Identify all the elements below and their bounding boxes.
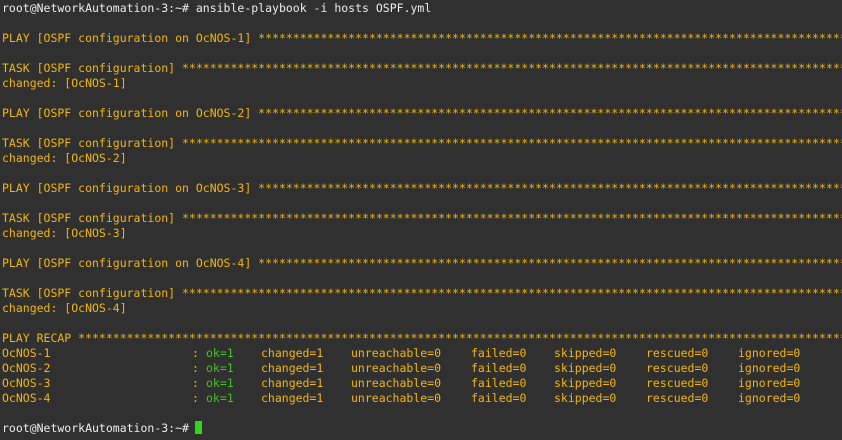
recap-host: OcNOS-3 — [2, 376, 51, 390]
recap-ok: ok=1 — [206, 391, 234, 405]
recap-skipped: skipped=0 — [554, 391, 617, 405]
recap-separator: : — [192, 346, 199, 360]
task-result-1: changed: [OcNOS-1] — [2, 76, 127, 90]
recap-ok: ok=1 — [206, 361, 234, 375]
final-prompt-line[interactable]: root@NetworkAutomation-3:~# — [2, 421, 842, 436]
recap-unreachable: unreachable=0 — [351, 346, 442, 360]
recap-rescued: rescued=0 — [646, 376, 709, 390]
recap-failed: failed=0 — [471, 391, 527, 405]
recap-rescued: rescued=0 — [646, 391, 709, 405]
recap-ignored: ignored=0 — [738, 361, 801, 375]
recap-separator: : — [192, 391, 199, 405]
task-header-2: TASK [OSPF configuration] **************… — [2, 136, 842, 150]
recap-skipped: skipped=0 — [554, 376, 617, 390]
task-header-3: TASK [OSPF configuration] **************… — [2, 211, 842, 225]
recap-changed: changed=1 — [261, 361, 324, 375]
recap-failed: failed=0 — [471, 376, 527, 390]
recap-ignored: ignored=0 — [738, 376, 801, 390]
recap-row: OcNOS-2 : ok=1 changed=1 unreachable=0 f… — [2, 361, 842, 376]
task-result-3: changed: [OcNOS-3] — [2, 226, 127, 240]
recap-ignored: ignored=0 — [738, 346, 801, 360]
recap-skipped: skipped=0 — [554, 361, 617, 375]
command-text: ansible-playbook -i hosts OSPF.yml — [188, 1, 432, 15]
task-header-1: TASK [OSPF configuration] **************… — [2, 61, 842, 75]
recap-unreachable: unreachable=0 — [351, 376, 442, 390]
recap-failed: failed=0 — [471, 346, 527, 360]
recap-separator: : — [192, 361, 199, 375]
recap-row: OcNOS-3 : ok=1 changed=1 unreachable=0 f… — [2, 376, 842, 391]
recap-ok: ok=1 — [206, 346, 234, 360]
recap-failed: failed=0 — [471, 361, 527, 375]
recap-unreachable: unreachable=0 — [351, 361, 442, 375]
recap-changed: changed=1 — [261, 391, 324, 405]
play-header-4: PLAY [OSPF configuration on OcNOS-4] ***… — [2, 256, 842, 270]
cursor-block — [194, 421, 202, 434]
recap-host: OcNOS-1 — [2, 346, 51, 360]
recap-host: OcNOS-2 — [2, 361, 51, 375]
recap-skipped: skipped=0 — [554, 346, 617, 360]
recap-ok: ok=1 — [206, 376, 234, 390]
task-header-4: TASK [OSPF configuration] **************… — [2, 286, 842, 300]
play-recap-header: PLAY RECAP *****************************… — [2, 331, 842, 345]
recap-row: OcNOS-4 : ok=1 changed=1 unreachable=0 f… — [2, 391, 842, 406]
play-header-2: PLAY [OSPF configuration on OcNOS-2] ***… — [2, 106, 842, 120]
recap-changed: changed=1 — [261, 346, 324, 360]
play-header-1: PLAY [OSPF configuration on OcNOS-1] ***… — [2, 31, 842, 45]
recap-row: OcNOS-1 : ok=1 changed=1 unreachable=0 f… — [2, 346, 842, 361]
shell-prompt: root@NetworkAutomation-3:~# — [2, 421, 189, 435]
shell-prompt: root@NetworkAutomation-3:~# — [2, 1, 189, 15]
recap-separator: : — [192, 376, 199, 390]
task-result-4: changed: [OcNOS-4] — [2, 301, 127, 315]
recap-unreachable: unreachable=0 — [351, 391, 442, 405]
recap-host: OcNOS-4 — [2, 391, 51, 405]
recap-rescued: rescued=0 — [646, 361, 709, 375]
task-result-2: changed: [OcNOS-2] — [2, 151, 127, 165]
recap-rescued: rescued=0 — [646, 346, 709, 360]
recap-ignored: ignored=0 — [738, 391, 801, 405]
play-header-3: PLAY [OSPF configuration on OcNOS-3] ***… — [2, 181, 842, 195]
recap-changed: changed=1 — [261, 376, 324, 390]
command-line: root@NetworkAutomation-3:~# ansible-play… — [2, 1, 842, 16]
terminal-window[interactable]: root@NetworkAutomation-3:~# ansible-play… — [2, 1, 842, 440]
